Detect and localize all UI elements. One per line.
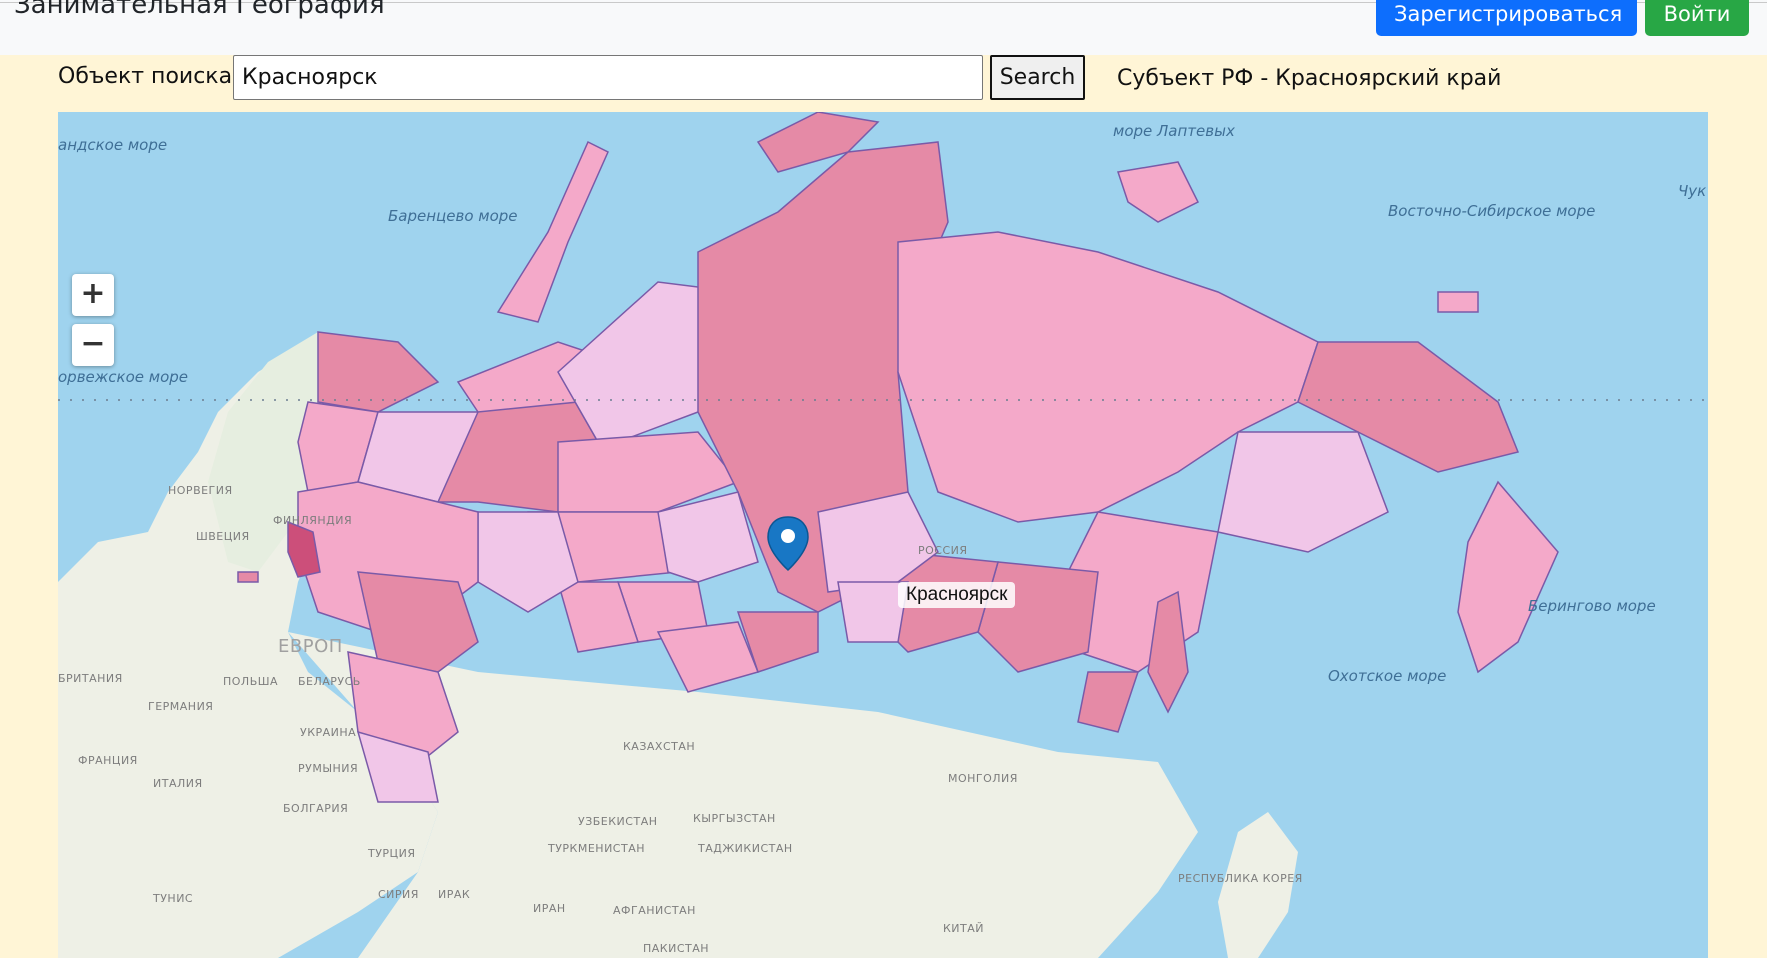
map-label-iran: ИРАН [533, 902, 566, 915]
map-label-greenland-sea: андское море [58, 136, 168, 154]
map-label-france: ФРАНЦИЯ [78, 754, 138, 767]
island-wrangel [1437, 291, 1479, 313]
marker-label: Красноярск [898, 582, 1016, 608]
map-label-iraq: ИРАК [438, 888, 471, 901]
search-label: Объект поиска: [58, 64, 240, 89]
map-label-italy: ИТАЛИЯ [153, 777, 203, 790]
map-label-norwegian-sea: орвежское море [58, 368, 189, 386]
land-kamchatka [1457, 480, 1559, 674]
map-label-russia: РОССИЯ [918, 544, 968, 557]
map-label-barents-sea: Баренцево море [388, 207, 518, 225]
navbar: Занимательная География Зарегистрировать… [0, 0, 1767, 55]
map-canvas[interactable] [58, 112, 1708, 958]
map-label-sweden: ШВЕЦИЯ [196, 530, 250, 543]
map-label-mongolia: МОНГОЛИЯ [948, 772, 1018, 785]
map-label-chukchi: Чук [1678, 182, 1707, 200]
map-label-kazakhstan: КАЗАХСТАН [623, 740, 696, 753]
region-primorye [1077, 671, 1140, 733]
map-label-romania: РУМЫНИЯ [298, 762, 359, 775]
map-label-tajikistan: ТАДЖИКИСТАН [698, 842, 793, 855]
register-button[interactable]: Зарегистрироваться [1376, 0, 1637, 36]
region-kaliningrad [237, 571, 259, 583]
map-label-afghanistan: АФГАНИСТАН [613, 904, 696, 917]
land-japan [1218, 812, 1298, 958]
map-label-poland: ПОЛЬША [223, 675, 279, 688]
map-label-norway: НОРВЕГИЯ [168, 484, 233, 497]
search-result-text: Субъект РФ - Красноярский край [1117, 66, 1502, 91]
map-label-finland: ФИНЛЯНДИЯ [273, 514, 353, 527]
map-label-bulgaria: БОЛГАРИЯ [283, 802, 349, 815]
map-label-britain: БРИТАНИЯ [58, 672, 123, 685]
region-novaya-zemlya [496, 140, 609, 323]
map-label-ukraine: УКРАИНА [300, 726, 357, 739]
map-label-turkmenistan: ТУРКМЕНИСТАН [548, 842, 646, 855]
map-label-korea: РЕСПУБЛИКА КОРЕЯ [1178, 872, 1303, 885]
map-label-tunisia: ТУНИС [153, 892, 194, 905]
map-label-europe: ЕВРОП [278, 636, 343, 657]
zoom-in-button[interactable]: + [72, 274, 114, 316]
login-button[interactable]: Войти [1645, 0, 1749, 36]
map-label-syria: СИРИЯ [378, 888, 419, 901]
map-label-bering-sea: Берингово море [1528, 597, 1656, 615]
region-magadan [1217, 431, 1389, 553]
map-label-turkey: ТУРЦИЯ [368, 847, 416, 860]
map-label-china: КИТАЙ [943, 922, 985, 935]
map-label-kyrgyzstan: КЫРГЫЗСТАН [693, 812, 776, 825]
map-label-belarus: БЕЛАРУСЬ [298, 675, 361, 688]
map-label-uzbekistan: УЗБЕКИСТАН [578, 815, 658, 828]
map-label-laptev-sea: море Лаптевых [1113, 122, 1235, 140]
map-label-okhotsk-sea: Охотское море [1328, 667, 1447, 685]
region-altai [656, 621, 760, 693]
island-new-siberian [1117, 161, 1200, 223]
zoom-out-button[interactable]: − [72, 324, 114, 366]
search-button[interactable]: Search [990, 55, 1085, 100]
brand-title[interactable]: Занимательная География [14, 0, 385, 20]
map-label-germany: ГЕРМАНИЯ [148, 700, 214, 713]
map-view[interactable]: + − Красноярск андское море Баренцево мо… [58, 112, 1708, 958]
search-input[interactable] [233, 55, 983, 100]
map-label-east-siberian-sea: Восточно-Сибирское море [1388, 202, 1596, 220]
region-amur [977, 561, 1099, 673]
map-label-pakistan: ПАКИСТАН [643, 942, 710, 955]
